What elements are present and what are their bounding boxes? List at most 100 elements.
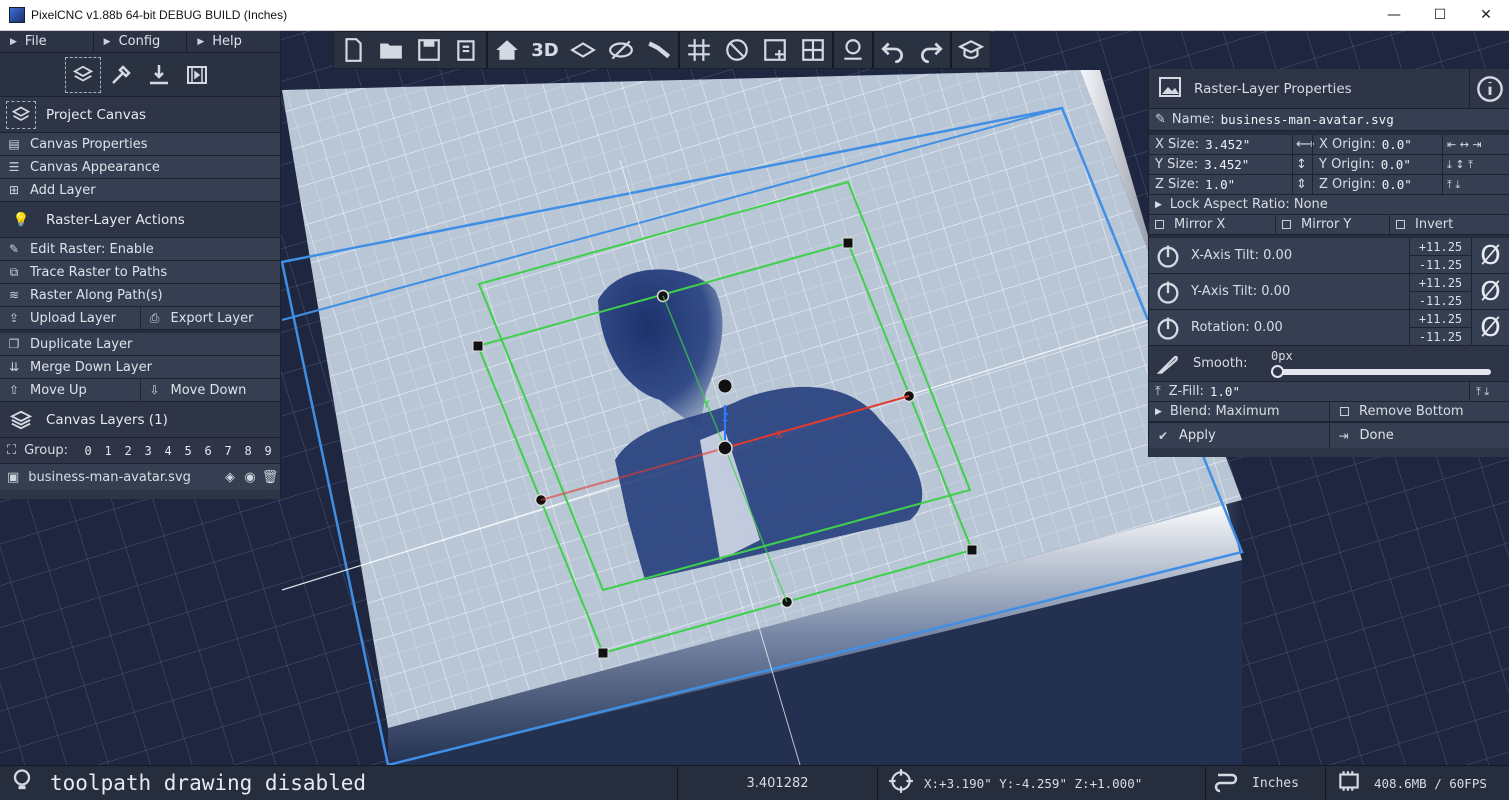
grid-off-icon[interactable] (718, 32, 756, 68)
close-button[interactable]: ✕ (1463, 0, 1509, 31)
group-7-button[interactable]: 7 (218, 444, 238, 458)
canvas-icon (6, 100, 36, 129)
y-tilt-minus-button[interactable]: -11.25 (1410, 291, 1471, 309)
toolpath-tab-icon[interactable] (141, 57, 177, 93)
layers-tab-icon[interactable] (65, 56, 101, 93)
move-up-button[interactable]: ⇧ Move Up (0, 379, 140, 401)
export-layer-button[interactable]: ⎙ Export Layer (139, 307, 281, 329)
cursor-coordinates: X:+3.190" Y:-4.259" Z:+1.000" (924, 775, 1143, 791)
remove-bottom-checkbox[interactable]: Remove Bottom (1329, 402, 1509, 421)
raster-along-paths-button[interactable]: ≋ Raster Along Path(s) (0, 284, 280, 306)
smooth-slider-handle[interactable] (1271, 364, 1284, 378)
group-1-button[interactable]: 1 (98, 444, 118, 458)
maximize-button[interactable]: ☐ (1417, 0, 1463, 31)
left-panel: Project Canvas ▤ Canvas Properties ☰ Canva… (0, 53, 281, 499)
invert-checkbox[interactable]: Invert (1389, 215, 1509, 234)
add-layer-button[interactable]: ⊞ Add Layer (0, 179, 280, 201)
group-4-button[interactable]: 4 (158, 444, 178, 458)
menu-bar: ▶ File ▶ Config ▶ Help (0, 31, 282, 53)
undo-icon[interactable] (874, 32, 912, 68)
duplicate-icon: ❐ (8, 337, 20, 351)
properties-icon: ▤ (8, 137, 20, 151)
canvas-appearance-button[interactable]: ☰ Canvas Appearance (0, 156, 280, 178)
y-align-icons[interactable]: ⤓ ↕ ⤒ (1442, 155, 1509, 174)
x-origin-field[interactable]: X Origin: 0.0" (1312, 135, 1442, 154)
move-down-button[interactable]: ⇩ Move Down (139, 379, 281, 401)
group-9-button[interactable]: 9 (258, 444, 278, 458)
menu-file[interactable]: ▶ File (0, 31, 94, 52)
group-3-button[interactable]: 3 (138, 444, 158, 458)
done-button[interactable]: ⇥ Done (1328, 423, 1509, 448)
z-size-field[interactable]: Z Size: 1.0" (1149, 175, 1292, 194)
y-origin-field[interactable]: Y Origin: 0.0" (1312, 155, 1442, 174)
canvas-properties-button[interactable]: ▤ Canvas Properties (0, 133, 280, 155)
z-origin-field[interactable]: Z Origin: 0.0" (1312, 175, 1442, 194)
save-as-icon[interactable] (448, 32, 486, 68)
duplicate-layer-button[interactable]: ❐ Duplicate Layer (0, 333, 280, 355)
y-axis-tilt-control: Y-Axis Tilt: 0.00 +11.25 -11.25 Ø (1149, 274, 1509, 310)
group-6-button[interactable]: 6 (198, 444, 218, 458)
layer-name-field[interactable]: ✎ Name: business-man-avatar.svg (1149, 109, 1509, 130)
group-0-button[interactable]: 0 (78, 444, 98, 458)
z-fill-field[interactable]: ⤒ Z-Fill: 1.0" (1149, 382, 1469, 401)
smooth-slider[interactable]: 0px (1267, 346, 1491, 382)
layer-list-item[interactable]: ▣ business-man-avatar.svg ◈ ◉ 🗑 (0, 464, 280, 490)
menu-help[interactable]: ▶ Help (187, 31, 282, 52)
x-size-field[interactable]: X Size: 3.452" (1149, 135, 1292, 154)
x-tilt-plus-button[interactable]: +11.25 (1410, 238, 1471, 255)
layout-grid-icon[interactable] (794, 32, 832, 68)
save-icon[interactable] (410, 32, 448, 68)
export-icon: ⎙ (149, 310, 160, 325)
layer-delete-icon[interactable]: 🗑 (260, 470, 280, 485)
view-3d-button[interactable]: 3D (526, 32, 564, 68)
layer-locate-icon[interactable]: ◈ (220, 470, 240, 485)
fit-x-icon[interactable]: ⟷ (1292, 135, 1315, 154)
x-tilt-minus-button[interactable]: -11.25 (1410, 255, 1471, 273)
minimize-button[interactable]: — (1371, 0, 1417, 31)
z-fill-step-icons[interactable]: ⤒ ⤓ (1469, 382, 1509, 401)
add-panel-icon[interactable] (756, 32, 794, 68)
open-folder-icon[interactable] (372, 32, 410, 68)
lock-aspect-ratio-dropdown[interactable]: ▶ Lock Aspect Ratio: None (1149, 195, 1509, 214)
y-tilt-plus-button[interactable]: +11.25 (1410, 274, 1471, 291)
group-2-button[interactable]: 2 (118, 444, 138, 458)
rotation-minus-button[interactable]: -11.25 (1410, 327, 1471, 345)
fit-y-icon[interactable]: ↕ (1292, 155, 1312, 174)
raster-layer-actions-header: 💡 Raster-Layer Actions (0, 202, 280, 238)
new-file-icon[interactable] (334, 32, 372, 68)
toolpath-icon[interactable] (640, 32, 678, 68)
grid-icon[interactable] (680, 32, 718, 68)
move-up-icon: ⇧ (8, 383, 20, 397)
rotation-reset-button[interactable]: Ø (1471, 310, 1509, 345)
x-tilt-reset-button[interactable]: Ø (1471, 238, 1509, 273)
rotation-plus-button[interactable]: +11.25 (1410, 310, 1471, 327)
trace-raster-button[interactable]: ⧉ Trace Raster to Paths (0, 261, 280, 283)
simulation-tab-icon[interactable] (179, 57, 215, 93)
layer-visibility-icon[interactable]: ◉ (240, 470, 260, 485)
apply-button[interactable]: ✔ Apply (1149, 423, 1329, 448)
redo-icon[interactable] (912, 32, 950, 68)
tools-tab-icon[interactable] (103, 57, 139, 93)
info-icon[interactable] (1469, 68, 1509, 109)
merge-down-layer-button[interactable]: ⇊ Merge Down Layer (0, 356, 280, 378)
y-tilt-reset-button[interactable]: Ø (1471, 274, 1509, 309)
units-toggle[interactable]: Inches (1252, 776, 1299, 791)
y-size-field[interactable]: Y Size: 3.452" (1149, 155, 1292, 174)
grid-plane-icon[interactable] (564, 32, 602, 68)
visibility-off-icon[interactable] (602, 32, 640, 68)
tutorial-cap-icon[interactable] (952, 32, 990, 68)
upload-layer-button[interactable]: ⇪ Upload Layer (0, 307, 140, 329)
group-5-button[interactable]: 5 (178, 444, 198, 458)
group-8-button[interactable]: 8 (238, 444, 258, 458)
blend-mode-dropdown[interactable]: ▶ Blend: Maximum (1149, 402, 1329, 421)
mirror-y-checkbox[interactable]: Mirror Y (1275, 215, 1389, 234)
z-align-icons[interactable]: ⤒ ⤓ (1442, 175, 1509, 194)
home-view-icon[interactable] (488, 32, 526, 68)
x-align-icons[interactable]: ⇤ ↔ ⇥ (1442, 135, 1509, 154)
mirror-x-checkbox[interactable]: Mirror X (1149, 215, 1275, 234)
fit-z-icon[interactable]: ⇕ (1292, 175, 1312, 194)
edit-raster-button[interactable]: ✎ Edit Raster: Enable (0, 238, 280, 260)
group-icon: ⛶ (7, 443, 17, 458)
location-icon[interactable] (834, 32, 872, 68)
menu-config[interactable]: ▶ Config (94, 31, 188, 52)
